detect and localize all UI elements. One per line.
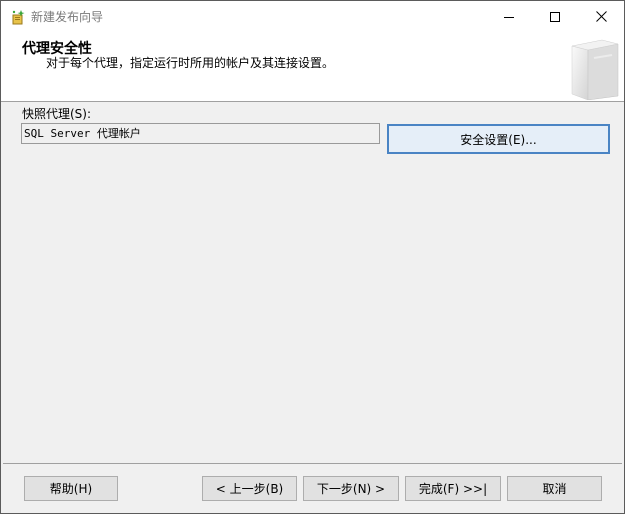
wizard-app-icon (10, 9, 26, 25)
close-button[interactable] (578, 1, 624, 32)
footer-divider (3, 463, 622, 464)
close-icon (595, 11, 607, 22)
minimize-button[interactable] (486, 1, 532, 32)
window-title: 新建发布向导 (31, 10, 104, 24)
back-button[interactable]: < 上一步(B) (202, 476, 297, 501)
snapshot-agent-label: 快照代理(S): (22, 107, 92, 121)
wizard-header: 代理安全性 对于每个代理，指定运行时所用的帐户及其连接设置。 (1, 32, 624, 102)
wizard-window: 新建发布向导 代理安全性 对于每个代理，指定运行时所用的帐户及其连接设置。 快照… (0, 0, 625, 514)
maximize-icon (550, 11, 560, 22)
help-button[interactable]: 帮助(H) (24, 476, 118, 501)
security-settings-button[interactable]: 安全设置(E)... (387, 124, 610, 154)
minimize-icon (504, 16, 514, 18)
book-graphic-icon (564, 38, 622, 101)
page-subtitle: 对于每个代理，指定运行时所用的帐户及其连接设置。 (46, 56, 335, 70)
title-bar[interactable]: 新建发布向导 (1, 1, 624, 32)
snapshot-agent-account-field: SQL Server 代理帐户 (21, 123, 380, 144)
next-button[interactable]: 下一步(N) > (303, 476, 399, 501)
cancel-button[interactable]: 取消 (507, 476, 602, 501)
finish-button[interactable]: 完成(F) >>| (405, 476, 501, 501)
maximize-button[interactable] (532, 1, 578, 32)
